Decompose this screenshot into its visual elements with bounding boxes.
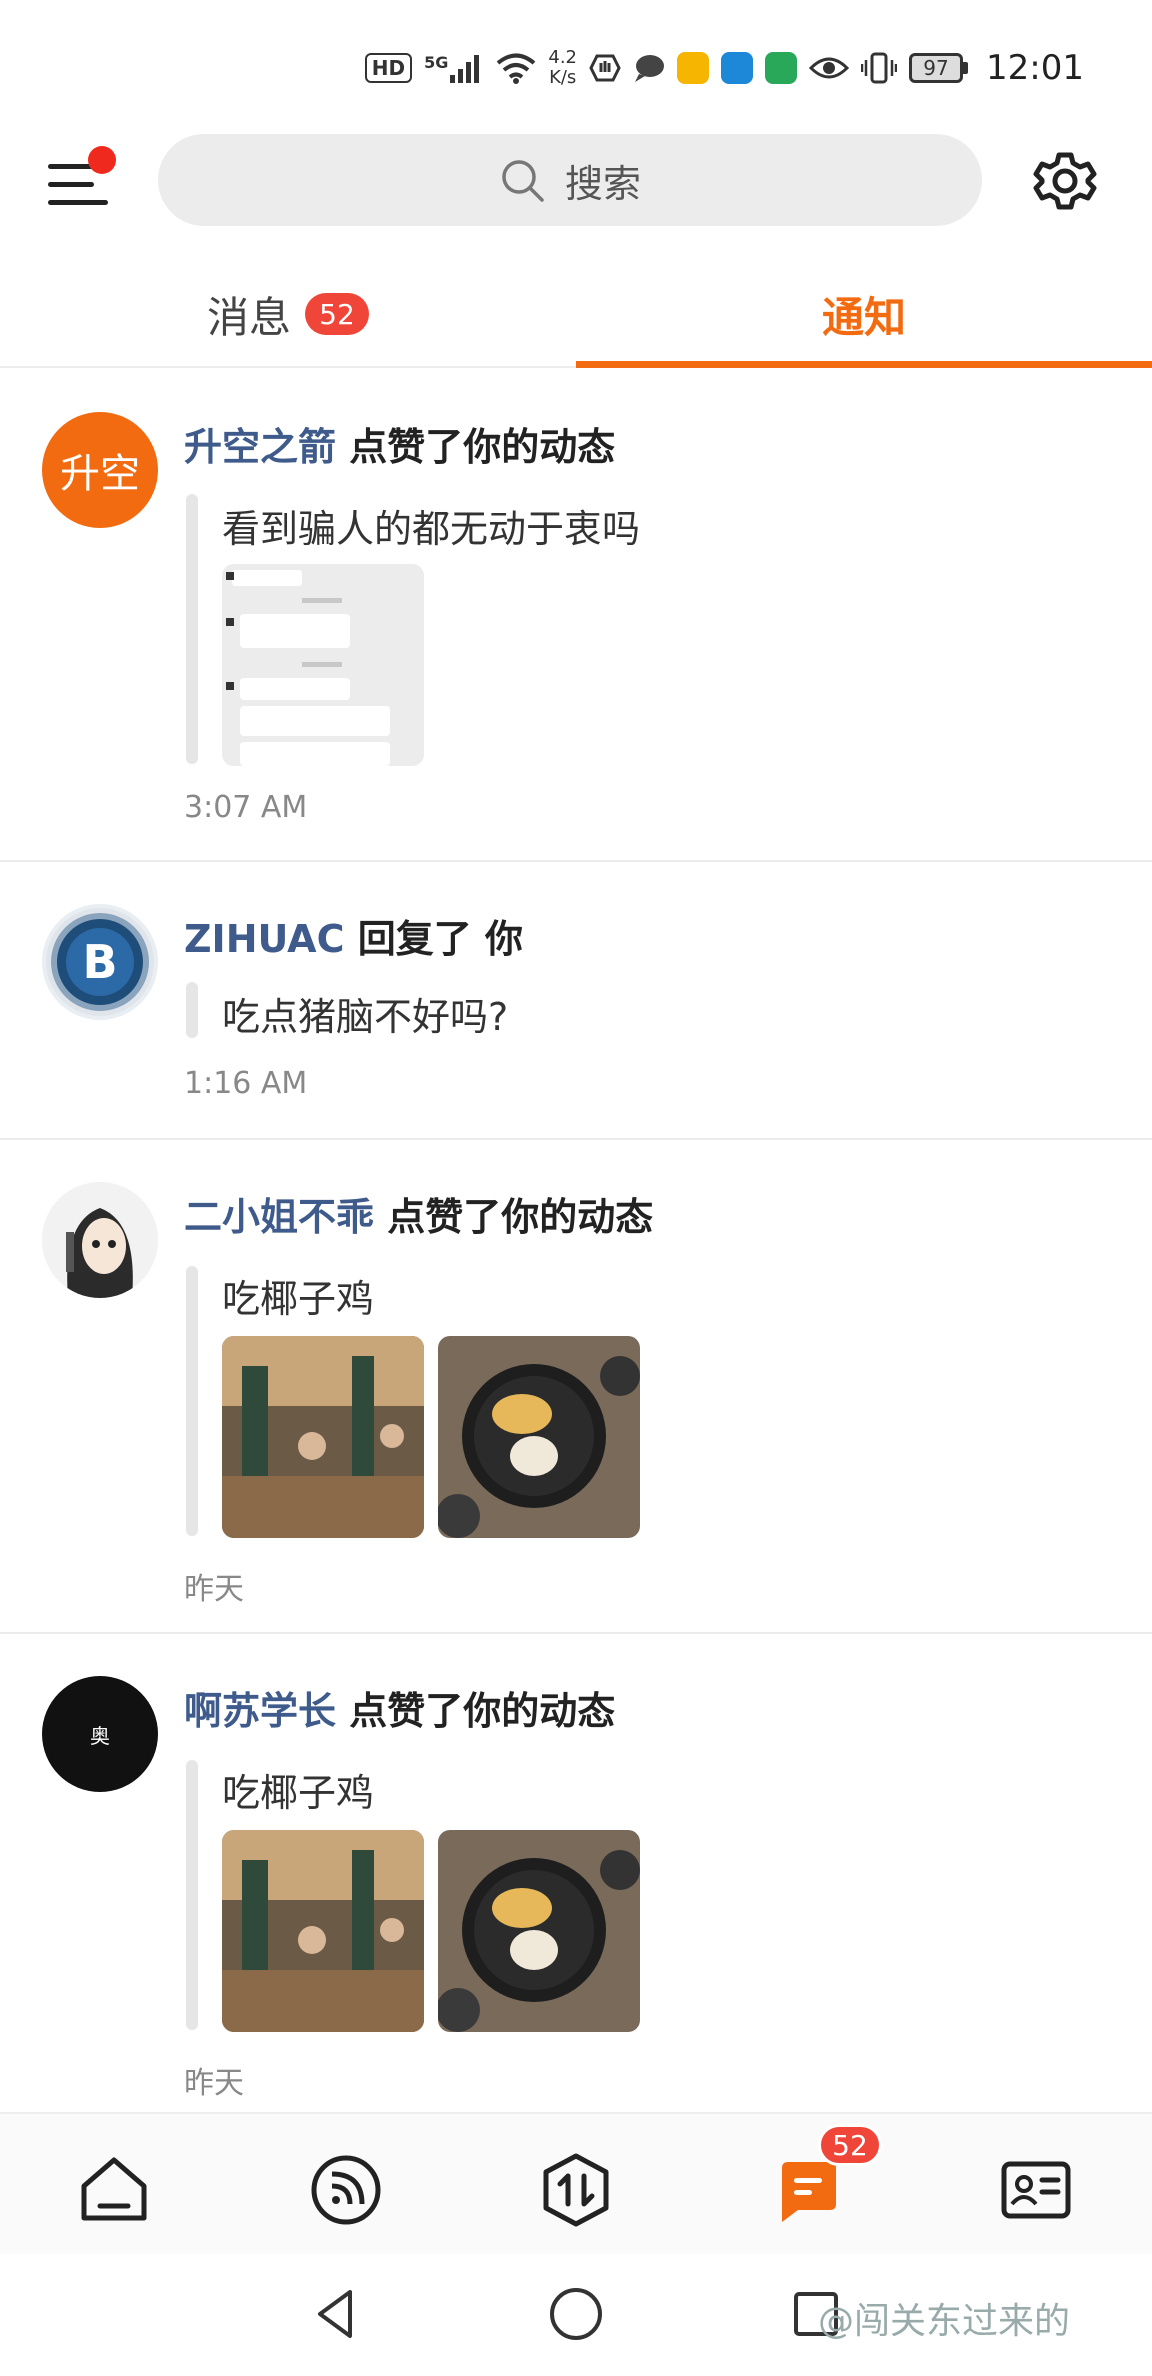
net-speed: 4.2 K/s — [548, 48, 577, 88]
notification-title: 升空之箭 点赞了你的动态 — [184, 416, 615, 471]
home-circle-icon — [550, 2288, 602, 2340]
tab-bar: 消息 52 通知 — [0, 262, 1152, 368]
post-thumbnail[interactable] — [222, 564, 424, 766]
nav-messages-badge: 52 — [818, 2124, 882, 2166]
avatar[interactable]: 升空 — [42, 412, 158, 528]
notification-content: 看到骗人的都无动于衷吗 — [222, 507, 641, 551]
hand-icon — [589, 54, 621, 82]
battery-icon: 97 — [909, 53, 969, 83]
avatar-text: 升空 — [60, 451, 140, 497]
notification-content: 吃椰子鸡 — [222, 1277, 375, 1321]
mail-app-icon — [677, 52, 710, 84]
notification-username[interactable]: ZIHUAC — [184, 917, 344, 961]
notification-title: 啊苏学长 点赞了你的动态 — [184, 1680, 615, 1735]
search-icon — [502, 160, 544, 202]
profile-card-icon — [1001, 2161, 1071, 2219]
home-app-icon — [765, 52, 798, 84]
clock: 12:01 — [986, 48, 1084, 88]
post-thumbnail[interactable] — [222, 1830, 424, 2032]
status-icons: HD 5G 4.2 K/s 97 12:01 — [364, 40, 1084, 96]
notification-action: 回复了 你 — [357, 917, 523, 961]
notification-content: 吃椰子鸡 — [222, 1771, 375, 1815]
notification-time: 1:16 AM — [184, 1066, 308, 1101]
search-bar[interactable]: 搜索 — [158, 134, 982, 226]
notification-time: 昨天 — [184, 2066, 244, 2101]
notification-title: ZIHUAC 回复了 你 — [184, 908, 523, 963]
chat-bubble-icon — [635, 55, 665, 82]
wifi-icon — [497, 53, 536, 84]
restaurant-photo-image — [222, 1336, 424, 1538]
notification-action: 点赞了你的动态 — [349, 425, 616, 469]
trade-icon — [543, 2153, 609, 2227]
notification-title: 二小姐不乖 点赞了你的动态 — [184, 1186, 653, 1241]
post-thumbnail[interactable] — [222, 1336, 424, 1538]
avatar[interactable]: 奥 — [42, 1676, 158, 1792]
watermark: @闯关东过来的 — [818, 2301, 1071, 2342]
avatar-text: 奥 — [90, 1723, 110, 1748]
nav-profile[interactable] — [998, 2152, 1074, 2228]
chat-screenshot-image — [222, 564, 424, 766]
feed-icon — [311, 2155, 381, 2225]
svg-text:B: B — [82, 935, 117, 989]
quote-bar — [186, 1760, 198, 2030]
bottom-nav: 52 — [0, 2112, 1152, 2254]
settings-button[interactable] — [1032, 148, 1098, 214]
avatar[interactable]: B — [42, 904, 158, 1020]
bitcoin-avatar-icon: B — [46, 908, 154, 1016]
hotpot-photo-image — [438, 1336, 640, 1538]
system-home-button[interactable] — [546, 2284, 606, 2344]
notification-username[interactable]: 二小姐不乖 — [184, 1195, 374, 1239]
quote-bar — [186, 494, 198, 764]
notification-action: 点赞了你的动态 — [387, 1195, 654, 1239]
notification-item[interactable]: 奥 啊苏学长 点赞了你的动态 吃椰子鸡 昨天 — [0, 1634, 1152, 2114]
weather-app-icon — [721, 52, 754, 84]
notification-list: 升空 升空之箭 点赞了你的动态 看到骗人的都无动于衷吗 3:07 AM B ZI… — [0, 370, 1152, 2114]
nav-feed[interactable] — [308, 2152, 384, 2228]
notification-action: 点赞了你的动态 — [349, 1689, 616, 1733]
quote-bar — [186, 982, 198, 1038]
status-bar: HD 5G 4.2 K/s 97 12:01 — [0, 0, 1152, 120]
network-label: 5G — [424, 53, 449, 72]
post-thumbnail[interactable] — [438, 1336, 640, 1538]
girl-avatar-image — [42, 1182, 158, 1298]
hd-indicator: HD — [364, 53, 413, 83]
tab-messages[interactable]: 消息 52 — [0, 262, 576, 366]
tab-notifications-label: 通知 — [821, 292, 906, 342]
net-speed-unit: K/s — [549, 67, 577, 88]
system-nav-bar: @闯关东过来的 — [0, 2254, 1152, 2376]
nav-trade[interactable] — [538, 2152, 614, 2228]
quote-bar — [186, 1266, 198, 1536]
notification-time: 昨天 — [184, 1572, 244, 1607]
tab-messages-badge: 52 — [305, 293, 369, 335]
search-placeholder: 搜索 — [564, 161, 641, 206]
tab-notifications[interactable]: 通知 — [576, 262, 1152, 366]
notification-content: 吃点猪脑不好吗? — [222, 995, 509, 1039]
home-icon — [81, 2157, 147, 2221]
restaurant-photo-image — [222, 1830, 424, 2032]
notification-item[interactable]: 二小姐不乖 点赞了你的动态 吃椰子鸡 昨天 — [0, 1140, 1152, 1634]
active-tab-indicator — [576, 361, 1152, 368]
signal-icon: 5G — [424, 53, 484, 83]
notification-username[interactable]: 啊苏学长 — [184, 1689, 336, 1733]
notification-item[interactable]: 升空 升空之箭 点赞了你的动态 看到骗人的都无动于衷吗 3:07 AM — [0, 370, 1152, 862]
notification-username[interactable]: 升空之箭 — [184, 425, 336, 469]
avatar[interactable] — [42, 1182, 158, 1298]
eye-icon — [809, 57, 850, 79]
back-triangle-icon — [318, 2290, 352, 2338]
notification-item[interactable]: B ZIHUAC 回复了 你 吃点猪脑不好吗? 1:16 AM — [0, 862, 1152, 1140]
battery-level: 97 — [909, 53, 964, 83]
post-thumbnail[interactable] — [438, 1830, 640, 2032]
gear-icon — [1033, 152, 1097, 210]
top-bar: 搜索 — [0, 128, 1152, 232]
vibrate-icon — [861, 52, 898, 84]
menu-button[interactable] — [40, 146, 116, 222]
net-speed-value: 4.2 — [548, 47, 578, 68]
menu-notification-dot — [88, 146, 116, 174]
notification-time: 3:07 AM — [184, 790, 308, 825]
nav-home[interactable] — [76, 2152, 152, 2228]
hotpot-photo-image — [438, 1830, 640, 2032]
tab-messages-label: 消息 — [206, 292, 291, 342]
system-back-button[interactable] — [306, 2284, 366, 2344]
